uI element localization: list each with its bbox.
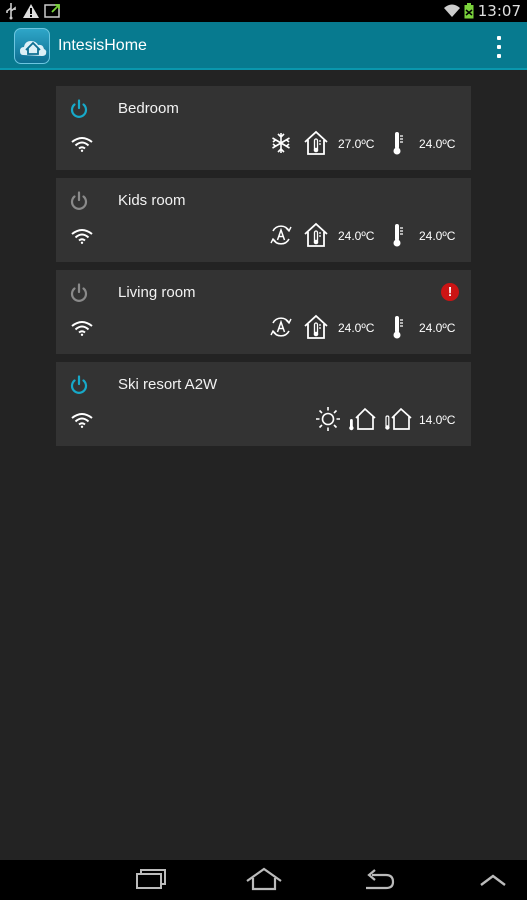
room-temperature: 24.0ºC bbox=[419, 321, 456, 335]
device-name: Kids room bbox=[118, 192, 186, 209]
room-temperature: 24.0ºC bbox=[419, 229, 456, 243]
setpoint-temperature: 27.0ºC bbox=[338, 137, 375, 151]
overflow-menu-button[interactable] bbox=[491, 36, 507, 58]
wifi-icon bbox=[71, 321, 93, 336]
screen-mirror-icon bbox=[44, 4, 60, 18]
auto-mode-icon bbox=[270, 225, 292, 245]
wifi-icon bbox=[71, 137, 93, 152]
home-icon[interactable] bbox=[245, 866, 283, 894]
wifi-icon bbox=[71, 413, 93, 428]
warning-icon bbox=[23, 4, 39, 18]
power-button[interactable] bbox=[68, 190, 90, 212]
power-button[interactable] bbox=[68, 282, 90, 304]
auto-mode-icon bbox=[270, 317, 292, 337]
outdoor-temperature: 14.0ºC bbox=[419, 413, 456, 427]
setpoint-house-icon bbox=[304, 130, 328, 155]
setpoint-temperature: 24.0ºC bbox=[338, 229, 375, 243]
action-bar: IntesisHome bbox=[0, 22, 527, 70]
status-right-icons: 13:07 bbox=[443, 0, 521, 22]
menu-dot bbox=[497, 36, 501, 40]
power-button[interactable] bbox=[68, 98, 90, 120]
thermometer-icon bbox=[393, 224, 403, 247]
status-bar: 13:07 bbox=[0, 0, 527, 22]
device-card-kids-room[interactable]: Kids room 24.0ºC 24.0ºC bbox=[56, 178, 471, 262]
menu-dot bbox=[497, 54, 501, 58]
battery-icon bbox=[464, 3, 474, 19]
water-heater-house-icon bbox=[349, 407, 376, 431]
setpoint-house-icon bbox=[304, 222, 328, 247]
usb-icon bbox=[6, 3, 16, 20]
wifi-signal-icon bbox=[443, 4, 460, 17]
device-card-bedroom[interactable]: Bedroom 27.0ºC 24.0ºC bbox=[56, 86, 471, 170]
setpoint-house-icon bbox=[304, 314, 328, 339]
snowflake-icon bbox=[272, 133, 290, 153]
app-title: IntesisHome bbox=[58, 37, 147, 54]
clock: 13:07 bbox=[477, 2, 521, 20]
up-arrow-icon[interactable] bbox=[478, 866, 508, 894]
back-icon[interactable] bbox=[362, 866, 396, 894]
menu-dot bbox=[497, 45, 501, 49]
device-card-ski-resort[interactable]: Ski resort A2W 14.0ºC bbox=[56, 362, 471, 446]
status-left-icons bbox=[4, 2, 62, 20]
setpoint-temperature: 24.0ºC bbox=[338, 321, 375, 335]
recent-apps-icon[interactable] bbox=[132, 866, 168, 894]
device-name: Living room bbox=[118, 284, 196, 301]
outdoor-temperature-house-icon bbox=[385, 407, 412, 430]
thermometer-icon bbox=[393, 132, 403, 155]
alert-icon[interactable]: ! bbox=[441, 283, 459, 301]
wifi-icon bbox=[71, 229, 93, 244]
power-button[interactable] bbox=[68, 374, 90, 396]
device-list: Bedroom 27.0ºC 24.0ºC Kids room 24.0ºC 2… bbox=[0, 70, 527, 860]
device-name: Bedroom bbox=[118, 100, 179, 117]
sun-icon bbox=[316, 407, 340, 431]
app-logo-icon bbox=[14, 28, 50, 64]
thermometer-icon bbox=[393, 316, 403, 339]
room-temperature: 24.0ºC bbox=[419, 137, 456, 151]
device-card-living-room[interactable]: Living room ! 24.0ºC 24.0ºC bbox=[56, 270, 471, 354]
navigation-bar bbox=[0, 860, 527, 900]
device-name: Ski resort A2W bbox=[118, 376, 218, 393]
